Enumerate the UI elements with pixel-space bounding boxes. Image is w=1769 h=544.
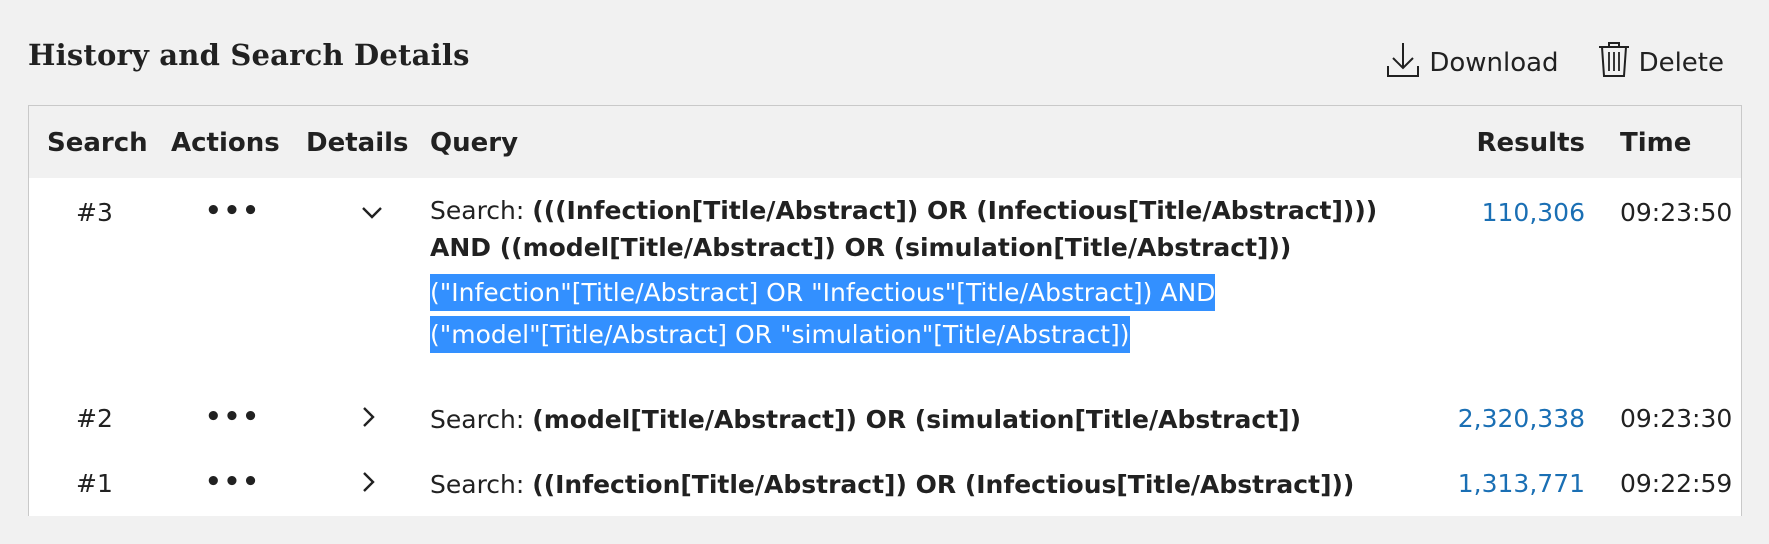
actions-menu-button[interactable]: ••• xyxy=(205,467,295,497)
delete-button[interactable]: Delete xyxy=(1597,39,1724,86)
download-button[interactable]: Download xyxy=(1385,39,1559,86)
table-header: Search Actions Details Query Results Tim… xyxy=(29,106,1741,179)
search-number: #2 xyxy=(76,404,113,433)
column-header-actions: Actions xyxy=(171,128,280,158)
trash-icon xyxy=(1597,39,1631,86)
query-prefix: Search: xyxy=(430,470,525,499)
search-time: 09:23:50 xyxy=(1620,198,1733,227)
query-translation-block: ("Infection"[Title/Abstract] OR "Infecti… xyxy=(430,272,1330,356)
table-row: #2 ••• Search: (model[Title/Abstract]) O… xyxy=(29,387,1741,453)
delete-label: Delete xyxy=(1638,47,1724,78)
details-toggle[interactable] xyxy=(361,405,397,434)
chevron-right-icon xyxy=(361,470,377,499)
query-string: (model[Title/Abstract]) OR (simulation[T… xyxy=(532,405,1302,434)
table-row: #3 ••• Search: (((Infection[Title/Abstra… xyxy=(29,178,1741,388)
search-time: 09:23:30 xyxy=(1620,404,1733,433)
query-cell: Search: ((Infection[Title/Abstract]) OR … xyxy=(430,466,1390,503)
column-header-time: Time xyxy=(1620,128,1692,158)
results-count-link[interactable]: 1,313,771 xyxy=(1458,469,1585,498)
search-time: 09:22:59 xyxy=(1620,469,1733,498)
chevron-down-icon xyxy=(361,198,383,227)
column-header-query: Query xyxy=(430,128,519,158)
search-number: #1 xyxy=(76,469,113,498)
column-header-details: Details xyxy=(306,128,409,158)
query-prefix: Search: xyxy=(430,405,525,434)
query-prefix: Search: xyxy=(430,196,525,225)
details-toggle[interactable] xyxy=(361,198,397,227)
chevron-right-icon xyxy=(361,405,377,434)
history-header: History and Search Details Download Dele… xyxy=(28,32,1741,88)
details-toggle[interactable] xyxy=(361,470,397,499)
download-icon xyxy=(1385,39,1421,86)
query-text: Search: (((Infection[Title/Abstract]) OR… xyxy=(430,192,1390,266)
query-string: ((Infection[Title/Abstract]) OR (Infecti… xyxy=(532,470,1355,499)
query-string: (((Infection[Title/Abstract]) OR (Infect… xyxy=(430,196,1378,262)
actions-menu-button[interactable]: ••• xyxy=(205,196,295,226)
query-cell: Search: (((Infection[Title/Abstract]) OR… xyxy=(430,192,1390,356)
page-title: History and Search Details xyxy=(28,38,470,72)
query-translation: ("Infection"[Title/Abstract] OR "Infecti… xyxy=(430,274,1216,353)
column-header-results: Results xyxy=(1476,128,1585,158)
header-actions: Download Delete xyxy=(1385,39,1724,86)
actions-menu-button[interactable]: ••• xyxy=(205,402,295,432)
search-history-page: History and Search Details Download Dele… xyxy=(0,0,1769,544)
query-cell: Search: (model[Title/Abstract]) OR (simu… xyxy=(430,401,1390,438)
download-label: Download xyxy=(1429,47,1559,78)
table-row: #1 ••• Search: ((Infection[Title/Abstrac… xyxy=(29,452,1741,516)
results-count-link[interactable]: 2,320,338 xyxy=(1458,404,1585,433)
results-count-link[interactable]: 110,306 xyxy=(1482,198,1585,227)
history-table: Search Actions Details Query Results Tim… xyxy=(28,105,1742,516)
search-number: #3 xyxy=(76,198,113,227)
column-header-search: Search xyxy=(47,128,148,158)
